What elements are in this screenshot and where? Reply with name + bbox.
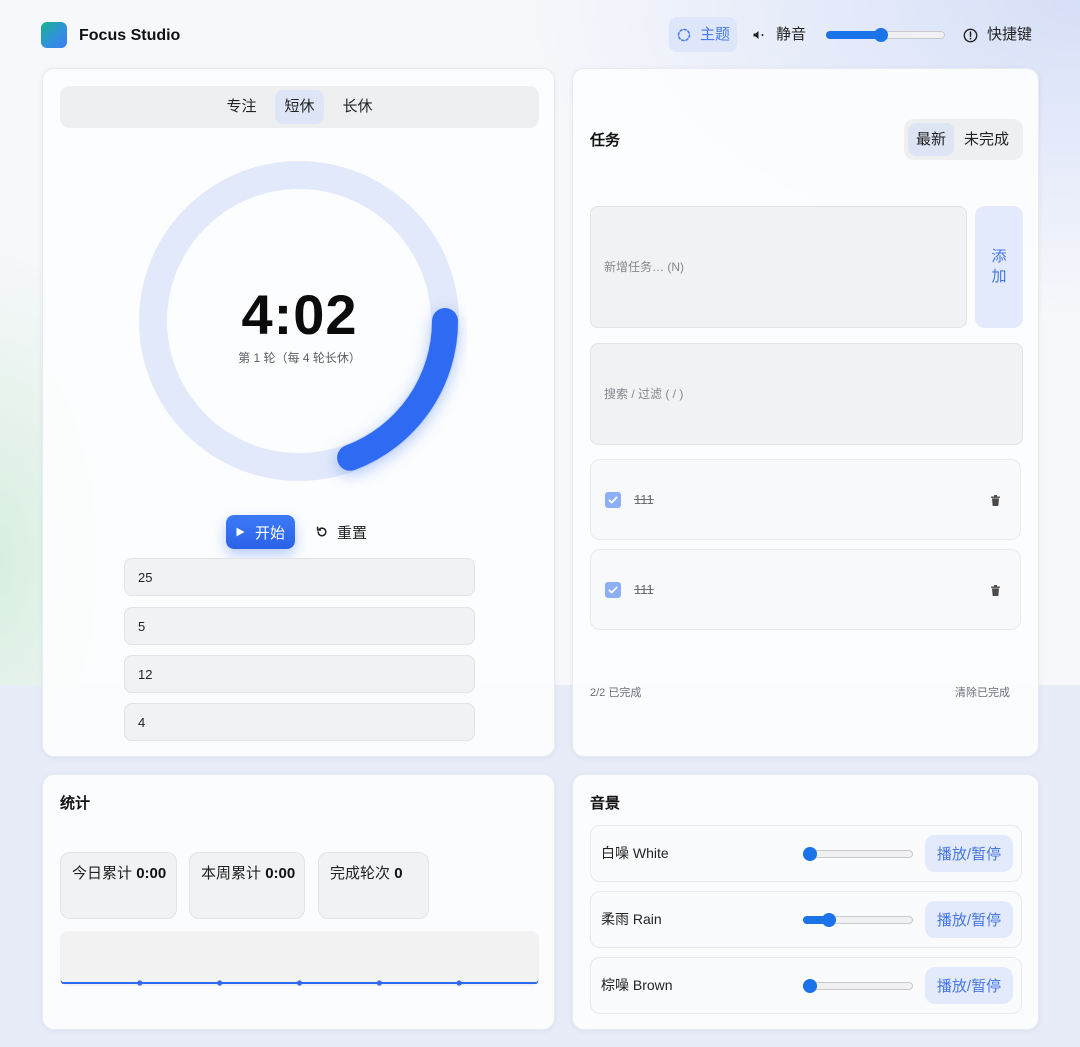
task-footer: 2/2 已完成 清除已完成 — [590, 686, 1010, 700]
play-pause-button[interactable]: 播放/暂停 — [925, 901, 1013, 938]
reset-button-label: 重置 — [337, 524, 368, 542]
theme-button-label: 主题 — [700, 25, 731, 43]
sound-row-brown: 棕噪 Brown 播放/暂停 — [590, 957, 1022, 1014]
clear-completed-link[interactable]: 清除已完成 — [955, 686, 1010, 700]
stat-value: 0:00 — [265, 865, 296, 882]
task-item: 111 — [590, 549, 1021, 630]
reset-button[interactable]: 重置 — [314, 515, 367, 549]
filter-tab-latest[interactable]: 最新 — [908, 123, 955, 156]
slider-thumb[interactable] — [822, 913, 837, 927]
shortcuts-button[interactable]: 快捷键 — [963, 20, 1032, 50]
tasks-card: 任务 最新 未完成 添加 111 111 2/2 已完成 清除已完成 — [572, 68, 1039, 757]
soundscape-title: 音景 — [590, 795, 621, 812]
round-info: 第 1 轮（每 4 轮长休） — [238, 351, 361, 365]
stats-title: 统计 — [60, 795, 91, 812]
mode-tab-short-break[interactable]: 短休 — [275, 90, 324, 124]
task-filter-tabs: 最新 未完成 — [904, 119, 1023, 160]
trend-point — [456, 980, 462, 986]
stat-value: 0 — [394, 865, 403, 882]
app-title: Focus Studio — [79, 27, 181, 44]
shortcuts-button-label: 快捷键 — [987, 26, 1033, 43]
task-summary: 2/2 已完成 — [590, 687, 642, 699]
trend-point — [536, 980, 539, 986]
play-pause-button[interactable]: 播放/暂停 — [925, 967, 1013, 1004]
stat-label: 完成轮次 — [330, 865, 391, 882]
add-task-button-label: 添加 — [991, 248, 1007, 285]
long-break-minutes-input[interactable] — [124, 655, 475, 693]
mute-button-label: 静音 — [776, 26, 807, 43]
sound-label: 棕噪 Brown — [601, 977, 673, 993]
spinner-icon — [677, 28, 691, 42]
trend-point — [60, 980, 63, 986]
trash-icon[interactable] — [990, 494, 1000, 506]
slider-thumb[interactable] — [803, 979, 817, 993]
mute-button[interactable]: 静音 — [753, 20, 806, 50]
volume-slider[interactable] — [826, 28, 945, 42]
add-task-button[interactable]: 添加 — [975, 206, 1023, 328]
play-pause-button[interactable]: 播放/暂停 — [925, 835, 1013, 872]
task-checkbox[interactable] — [605, 492, 621, 508]
stat-week: 本周累计 0:00 — [189, 852, 305, 919]
task-search-input[interactable] — [590, 343, 1023, 445]
weekly-trend-chart — [60, 931, 539, 986]
stats-card: 统计 今日累计 0:00 本周累计 0:00 完成轮次 0 — [42, 774, 555, 1030]
sound-volume-slider[interactable] — [803, 847, 913, 861]
start-button[interactable]: 开始 — [226, 515, 295, 549]
sound-volume-slider[interactable] — [803, 913, 913, 927]
short-break-minutes-input[interactable] — [124, 607, 475, 645]
trend-point — [217, 980, 223, 986]
sound-row-rain: 柔雨 Rain 播放/暂停 — [590, 891, 1022, 948]
trash-icon[interactable] — [990, 584, 1000, 596]
speaker-icon — [753, 30, 765, 40]
slider-track — [803, 850, 913, 858]
stat-today: 今日累计 0:00 — [60, 852, 177, 919]
slider-thumb[interactable] — [874, 28, 889, 42]
start-button-label: 开始 — [254, 524, 285, 542]
sound-volume-slider[interactable] — [803, 979, 913, 993]
trend-point — [376, 980, 382, 986]
task-item: 111 — [590, 459, 1021, 540]
trend-point — [137, 980, 143, 986]
mode-tabs: 专注 短休 长休 — [60, 86, 539, 128]
focus-minutes-input[interactable] — [124, 558, 475, 596]
mode-tab-focus[interactable]: 专注 — [217, 90, 265, 124]
stat-label: 本周累计 — [201, 865, 262, 882]
timer-card: 专注 短休 长休 4:02 第 1 轮（每 4 轮长休） 开始 重置 — [42, 68, 555, 757]
soundscape-card: 音景 白噪 White 播放/暂停 柔雨 Rain 播放/暂停 棕噪 Brown… — [572, 774, 1039, 1030]
timer-display: 4:02 — [241, 283, 358, 346]
theme-button[interactable]: 主题 — [669, 17, 737, 52]
slider-fill — [826, 31, 882, 39]
stat-rounds: 完成轮次 0 — [318, 852, 429, 919]
sound-label: 白噪 White — [601, 845, 669, 861]
slider-thumb[interactable] — [803, 847, 817, 861]
slider-track — [803, 982, 913, 990]
trend-point — [296, 980, 303, 986]
sound-row-white: 白噪 White 播放/暂停 — [590, 825, 1022, 882]
filter-tab-incomplete[interactable]: 未完成 — [956, 123, 1017, 156]
play-icon — [236, 527, 245, 537]
tasks-title: 任务 — [590, 132, 621, 149]
stat-value: 0:00 — [136, 865, 167, 882]
task-checkbox[interactable] — [605, 582, 621, 598]
reset-icon — [316, 526, 328, 538]
app-logo — [41, 22, 67, 48]
stat-label: 今日累计 — [72, 865, 133, 882]
task-text: 111 — [634, 492, 654, 507]
task-text: 111 — [634, 582, 654, 597]
rounds-before-long-break-input[interactable] — [124, 703, 475, 741]
sound-label: 柔雨 Rain — [601, 911, 662, 927]
new-task-input[interactable] — [590, 206, 967, 328]
info-icon — [963, 28, 978, 43]
mode-tab-long-break[interactable]: 长休 — [334, 90, 382, 124]
